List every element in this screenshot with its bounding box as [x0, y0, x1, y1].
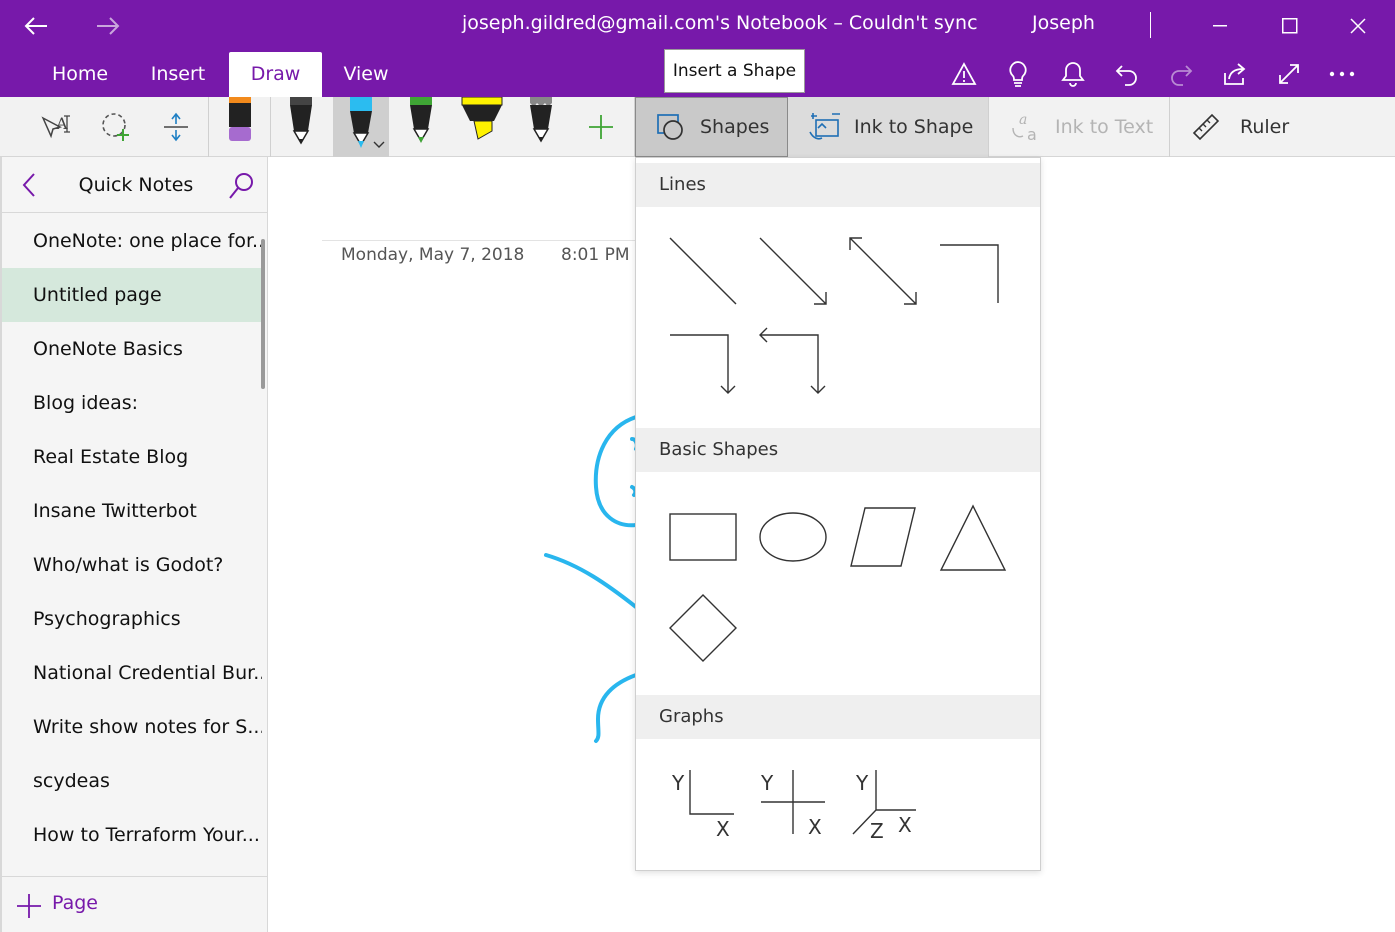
- page-item[interactable]: OneNote Basics: [2, 322, 262, 376]
- y-axis-label: Y: [671, 771, 685, 795]
- tab-insert[interactable]: Insert: [136, 52, 220, 97]
- page-list-scrollbar[interactable]: [261, 239, 265, 389]
- pen-black[interactable]: [273, 97, 329, 157]
- tab-home[interactable]: Home: [36, 52, 124, 97]
- tooltip: Insert a Shape: [664, 49, 805, 93]
- maximize-icon[interactable]: [1267, 8, 1313, 44]
- lines-header: Lines: [636, 163, 1040, 207]
- tab-view[interactable]: View: [330, 52, 402, 97]
- redo-icon[interactable]: [1162, 56, 1200, 92]
- highlighter-yellow[interactable]: [453, 96, 509, 157]
- ink-to-shape-icon: [809, 113, 840, 140]
- back-chevron-icon[interactable]: [16, 171, 42, 199]
- bell-icon[interactable]: [1054, 56, 1092, 92]
- share-icon[interactable]: [1215, 56, 1253, 92]
- ruler-icon: [1192, 113, 1220, 141]
- graphs-header: Graphs: [636, 695, 1040, 739]
- graph-xy-shape[interactable]: Y X: [658, 760, 748, 850]
- svg-text:a: a: [1027, 125, 1037, 144]
- x-axis-label: X: [898, 813, 912, 837]
- y-axis-label: Y: [855, 771, 869, 795]
- page-item[interactable]: Write show notes for S...: [2, 700, 262, 754]
- shapes-dropdown: Lines Basic Shapes Graphs Y X Y X Y X Z: [635, 157, 1041, 871]
- elbow-line-shape[interactable]: [928, 226, 1018, 316]
- ellipse-shape[interactable]: [748, 493, 838, 583]
- fullscreen-icon[interactable]: [1270, 56, 1308, 92]
- forward-arrow-icon[interactable]: [88, 8, 128, 44]
- ruler-label: Ruler: [1240, 116, 1290, 138]
- ink-to-text-button[interactable]: aa Ink to Text: [989, 97, 1169, 157]
- add-space-icon[interactable]: [156, 97, 196, 157]
- ink-to-text-label: Ink to Text: [1055, 116, 1154, 138]
- page-item[interactable]: scydeas: [2, 754, 262, 808]
- lightbulb-icon[interactable]: [999, 56, 1037, 92]
- window-title: joseph.gildred@gmail.com's Notebook – Co…: [462, 12, 978, 34]
- draw-toolbar: A Shapes Ink to Shape a a Ink to Text Ru…: [0, 96, 1395, 157]
- page-item[interactable]: Insane Twitterbot: [2, 484, 262, 538]
- pen-blue-selected[interactable]: [333, 97, 389, 157]
- title-divider: [1150, 12, 1151, 38]
- section-title: Quick Notes: [78, 174, 194, 196]
- minimize-icon[interactable]: [1197, 8, 1243, 44]
- back-arrow-icon[interactable]: [16, 8, 56, 44]
- ink-to-text-icon: aa: [1012, 112, 1037, 144]
- ink-to-shape-button[interactable]: Ink to Shape: [788, 97, 988, 157]
- search-icon[interactable]: [226, 171, 256, 201]
- page-item[interactable]: How to Terraform Your...: [2, 808, 262, 862]
- close-icon[interactable]: [1335, 8, 1381, 44]
- pencil-gray[interactable]: [513, 97, 569, 157]
- svg-text:A: A: [55, 114, 68, 133]
- lasso-select-icon[interactable]: [96, 97, 136, 157]
- rectangle-shape[interactable]: [658, 493, 748, 583]
- elbow-double-arrow-shape[interactable]: [748, 318, 838, 408]
- toolbar-divider: [270, 97, 271, 157]
- page-list-pane: Quick Notes OneNote: one place for... Un…: [0, 157, 268, 932]
- page-list: OneNote: one place for... Untitled page …: [2, 214, 262, 874]
- triangle-shape[interactable]: [928, 493, 1018, 583]
- undo-icon[interactable]: [1108, 56, 1146, 92]
- pen-green[interactable]: [393, 97, 449, 157]
- line-shape[interactable]: [658, 226, 748, 316]
- warning-icon[interactable]: [945, 56, 983, 92]
- ruler-button[interactable]: Ruler: [1170, 97, 1320, 157]
- page-item[interactable]: National Credential Bur...: [2, 646, 262, 700]
- graph-cross-shape[interactable]: Y X: [748, 760, 838, 850]
- more-icon[interactable]: [1323, 56, 1361, 92]
- shapes-button[interactable]: Shapes: [635, 97, 788, 157]
- type-select-icon[interactable]: A: [36, 97, 76, 157]
- basic-shapes-header: Basic Shapes: [636, 428, 1040, 472]
- add-page-button[interactable]: Page: [2, 876, 268, 932]
- x-axis-label: X: [808, 815, 822, 839]
- page-item[interactable]: Real Estate Blog: [2, 430, 262, 484]
- ink-to-shape-label: Ink to Shape: [854, 116, 974, 138]
- pen-orange-eraser[interactable]: [213, 97, 269, 157]
- tab-draw[interactable]: Draw: [229, 52, 322, 97]
- parallelogram-shape[interactable]: [838, 493, 928, 583]
- section-header: Quick Notes: [2, 157, 268, 213]
- page-item[interactable]: Who/what is Godot?: [2, 538, 262, 592]
- elbow-arrow-shape[interactable]: [658, 318, 748, 408]
- page-item[interactable]: Blog ideas:: [2, 376, 262, 430]
- toolbar-divider: [208, 97, 209, 157]
- page-item[interactable]: OneNote: one place for...: [2, 214, 262, 268]
- page-item[interactable]: Psychographics: [2, 592, 262, 646]
- page-item-selected[interactable]: Untitled page: [2, 268, 262, 322]
- plus-icon: [16, 893, 42, 919]
- double-arrow-shape[interactable]: [838, 226, 928, 316]
- title-bar: joseph.gildred@gmail.com's Notebook – Co…: [0, 0, 1395, 52]
- z-axis-label: Z: [870, 819, 884, 843]
- x-axis-label: X: [716, 817, 730, 841]
- arrow-shape[interactable]: [748, 226, 838, 316]
- shapes-icon: [657, 114, 683, 140]
- add-page-label: Page: [52, 892, 98, 914]
- y-axis-label: Y: [760, 771, 774, 795]
- diamond-shape[interactable]: [658, 583, 748, 673]
- add-pen-icon[interactable]: [580, 97, 622, 157]
- shapes-label: Shapes: [700, 116, 770, 138]
- graph-3d-shape[interactable]: Y X Z: [838, 760, 928, 850]
- user-name[interactable]: Joseph: [1032, 12, 1095, 34]
